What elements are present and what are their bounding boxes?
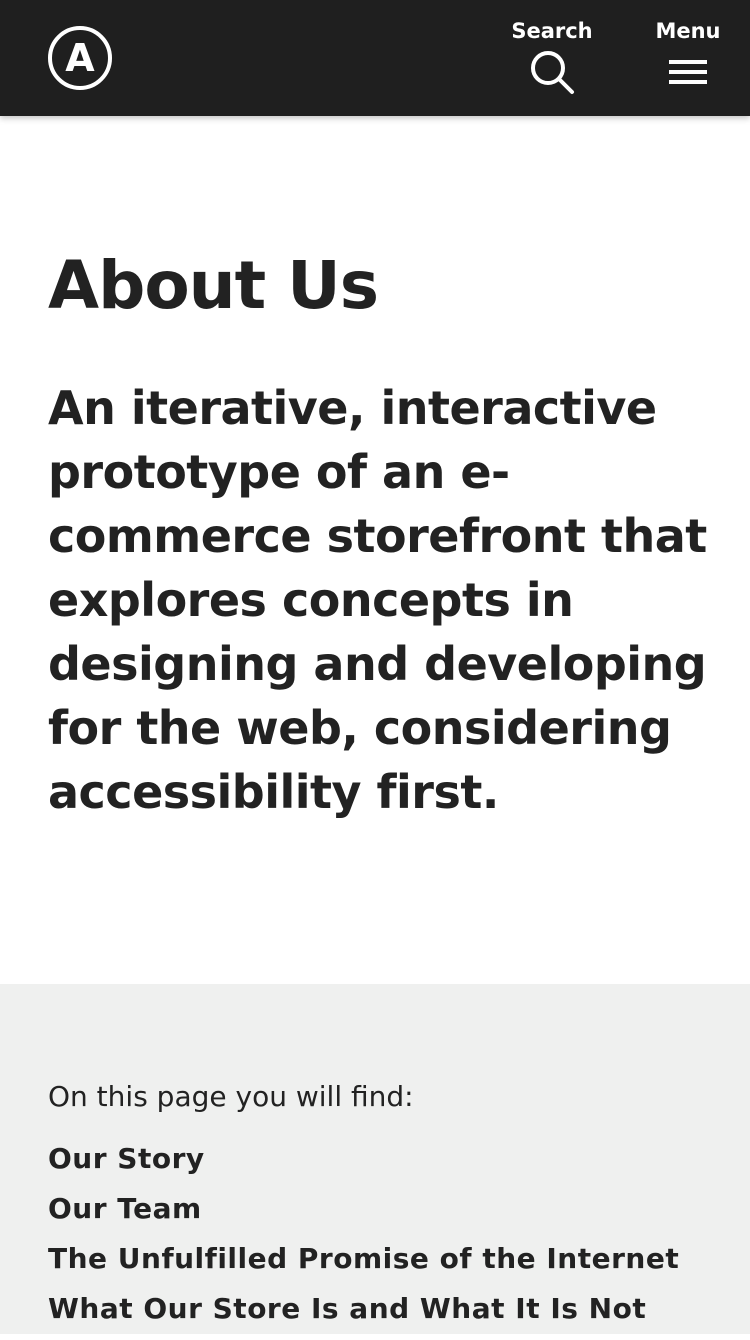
about-hero-section: About Us An iterative, interactive proto…	[0, 116, 750, 984]
toc-link-our-story[interactable]: Our Story	[48, 1140, 679, 1190]
menu-label: Menu	[655, 19, 721, 43]
toc-link-unfulfilled-promise[interactable]: The Unfulfilled Promise of the Internet	[48, 1240, 679, 1290]
toc-heading: On this page you will find:	[48, 1080, 414, 1113]
top-navigation-bar: A Search Menu	[0, 0, 750, 116]
logo-letter: A	[65, 36, 95, 80]
search-button[interactable]: Search	[506, 0, 598, 116]
hamburger-menu-icon	[669, 60, 707, 84]
toc-link-what-our-store-is[interactable]: What Our Store Is and What It Is Not	[48, 1290, 679, 1340]
search-icon	[531, 51, 574, 94]
toc-link-our-team[interactable]: Our Team	[48, 1190, 679, 1240]
site-logo[interactable]: A	[48, 26, 112, 90]
menu-button[interactable]: Menu	[648, 0, 728, 116]
intro-statement: An iterative, interactive prototype of a…	[48, 381, 707, 819]
on-this-page-section: On this page you will find: Our Story Ou…	[0, 984, 750, 1334]
page-title: About Us	[48, 247, 379, 324]
search-label: Search	[511, 19, 593, 43]
toc-list: Our Story Our Team The Unfulfilled Promi…	[48, 1140, 679, 1340]
